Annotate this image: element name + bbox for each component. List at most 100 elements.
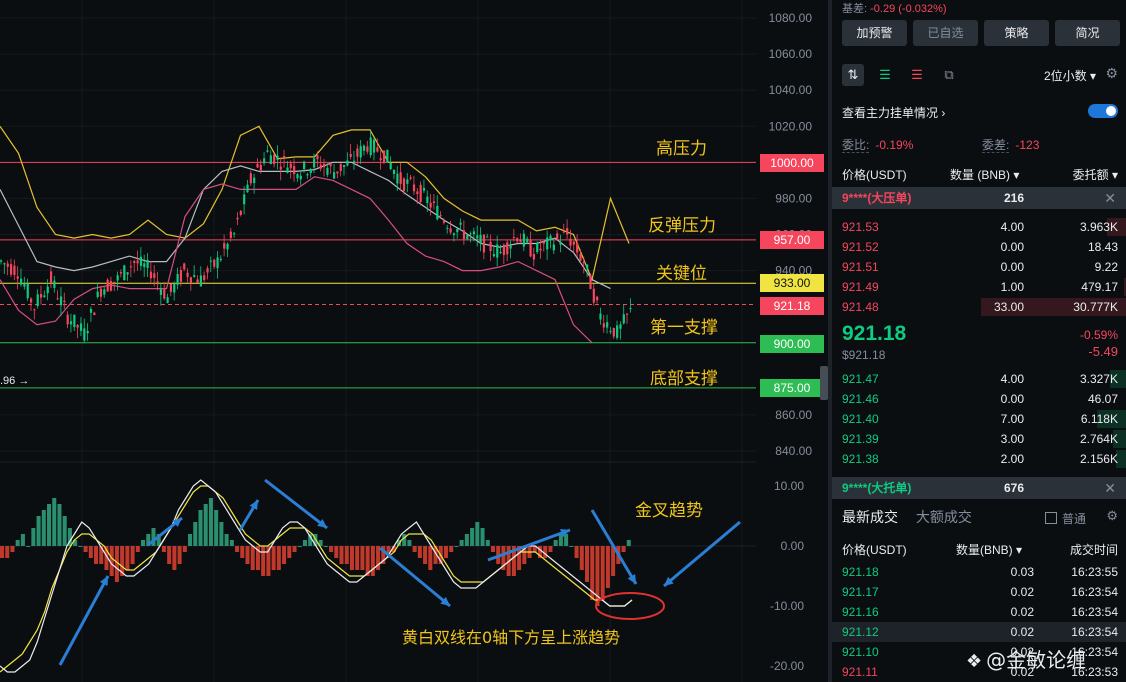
- candle-body: [209, 260, 212, 262]
- macd-histogram-bar: [626, 540, 631, 546]
- bid-row[interactable]: 921.40 7.00 6.118K: [832, 409, 1126, 429]
- candle-body: [619, 324, 622, 329]
- bid-row[interactable]: 921.38 2.00 2.156K: [832, 449, 1126, 469]
- candle-body: [536, 243, 539, 253]
- normal-checkbox[interactable]: 普通: [1045, 510, 1086, 527]
- macd-histogram-bar: [235, 546, 240, 552]
- price-axis-tick: 1080.00: [769, 11, 813, 25]
- candle-body: [379, 158, 382, 161]
- candle-body: [219, 258, 222, 261]
- candle-body: [569, 238, 572, 246]
- macd-histogram-bar: [193, 522, 198, 546]
- candle-body: [173, 283, 176, 293]
- add-alert-button[interactable]: 加预警: [842, 20, 907, 46]
- header-qty[interactable]: 数量 (BNB) ▾: [950, 166, 1019, 183]
- macd-histogram-bar: [412, 546, 417, 552]
- annotation-macd-note: 黄白双线在0轴下方呈上涨趋势: [402, 628, 621, 647]
- candle-body: [559, 241, 562, 245]
- candle-body: [376, 147, 379, 152]
- candle-body: [293, 166, 296, 175]
- price-axis-tick: 1020.00: [769, 119, 813, 133]
- candle-body: [566, 228, 569, 235]
- macd-histogram-bar: [621, 546, 626, 552]
- candle-body: [226, 243, 229, 250]
- overview-button[interactable]: 简况: [1055, 20, 1120, 46]
- candle-body: [592, 288, 595, 303]
- big-ask-row[interactable]: 9****(大压单) 216 ✕: [832, 187, 1126, 209]
- filter-icon[interactable]: ⚙: [1106, 508, 1118, 524]
- watermark: ❖ @金敏论缠: [966, 648, 1087, 672]
- price-change-pct: -0.59%: [1079, 328, 1118, 342]
- ask-row[interactable]: 921.52 0.00 18.43: [832, 237, 1126, 257]
- candle-body: [179, 270, 183, 282]
- macd-histogram-bar: [339, 546, 344, 564]
- big-bid-row[interactable]: 9****(大托单) 676 ✕: [832, 477, 1126, 499]
- candle-body: [143, 263, 146, 268]
- ask-row[interactable]: 921.51 0.00 9.22: [832, 257, 1126, 277]
- book-bids-icon[interactable]: ☰: [874, 64, 896, 86]
- bid-row[interactable]: 921.46 0.00 46.07: [832, 389, 1126, 409]
- macd-histogram-bar: [245, 546, 250, 564]
- tab-large-trades[interactable]: 大额成交: [916, 509, 972, 525]
- trade-header-qty[interactable]: 数量(BNB) ▾: [956, 541, 1022, 558]
- candle-body: [626, 313, 629, 315]
- candle-body: [386, 149, 389, 163]
- ask-row[interactable]: 921.49 1.00 479.17: [832, 277, 1126, 297]
- ask-row[interactable]: 921.48 33.00 30.777K: [832, 297, 1126, 317]
- candle-body: [123, 265, 126, 281]
- candle-body: [542, 241, 545, 244]
- candle-body: [239, 210, 242, 215]
- candle-body: [96, 291, 99, 297]
- main-orders-row[interactable]: 查看主力挂单情况 ›: [842, 104, 1118, 121]
- candle-body: [126, 272, 129, 275]
- candle-body: [556, 233, 559, 239]
- tab-latest-trades[interactable]: 最新成交: [842, 509, 898, 525]
- close-icon[interactable]: ✕: [1104, 477, 1116, 499]
- chart-area[interactable]: 1080.001060.001040.001020.00980.00960.00…: [0, 0, 828, 682]
- macd-histogram-bar: [574, 546, 579, 558]
- candle-body: [109, 280, 113, 291]
- candle-body: [83, 328, 86, 341]
- price-axis-tick: 1040.00: [769, 83, 813, 97]
- ask-row[interactable]: 921.53 4.00 3.963K: [832, 217, 1126, 237]
- book-both-icon[interactable]: ⇅: [842, 64, 864, 86]
- candle-body: [362, 145, 366, 151]
- macd-histogram-bar: [297, 546, 302, 547]
- macd-histogram-bar: [15, 540, 20, 546]
- favorite-button[interactable]: 已自选: [913, 20, 978, 46]
- annotation-first-support: 第一支撑: [650, 318, 718, 338]
- header-total[interactable]: 委托额 ▾: [1073, 166, 1118, 183]
- trade-tabs: 最新成交 大额成交: [842, 507, 972, 527]
- settings-icon[interactable]: ⚙: [1105, 65, 1118, 82]
- candle-body: [246, 184, 249, 193]
- macd-axis-tick: 0.00: [781, 539, 805, 553]
- book-trades-icon[interactable]: ⧉: [938, 64, 960, 86]
- candle-body: [452, 233, 456, 236]
- candle-body: [189, 277, 193, 283]
- candle-body: [196, 279, 199, 283]
- close-icon[interactable]: ✕: [1104, 187, 1116, 209]
- macd-histogram-bar: [428, 546, 433, 570]
- bid-row[interactable]: 921.39 3.00 2.764K: [832, 429, 1126, 449]
- panel-resize-handle[interactable]: [820, 366, 828, 400]
- macd-histogram-bar: [344, 546, 349, 564]
- main-orders-toggle[interactable]: [1088, 104, 1118, 118]
- macd-histogram-bar: [41, 510, 46, 546]
- strategy-button[interactable]: 策略: [984, 20, 1049, 46]
- annotation-arrow: [663, 520, 741, 588]
- book-asks-icon[interactable]: ☰: [906, 64, 928, 86]
- bid-row[interactable]: 921.47 4.00 3.327K: [832, 369, 1126, 389]
- candle-body: [273, 154, 276, 165]
- macd-histogram-bar: [579, 546, 584, 570]
- macd-histogram-bar: [287, 546, 292, 558]
- macd-histogram-bar: [135, 546, 140, 552]
- candle-body: [352, 160, 356, 163]
- order-diff: 委差: -123: [982, 138, 1040, 153]
- candle-body: [13, 265, 16, 275]
- trade-row: 921.12 0.02 16:23:54: [832, 622, 1126, 642]
- candle-body: [489, 241, 492, 252]
- candle-body: [139, 256, 143, 266]
- macd-histogram-bar: [355, 546, 360, 570]
- candle-body: [442, 220, 446, 223]
- decimals-select[interactable]: 2位小数 ▾: [1044, 67, 1096, 84]
